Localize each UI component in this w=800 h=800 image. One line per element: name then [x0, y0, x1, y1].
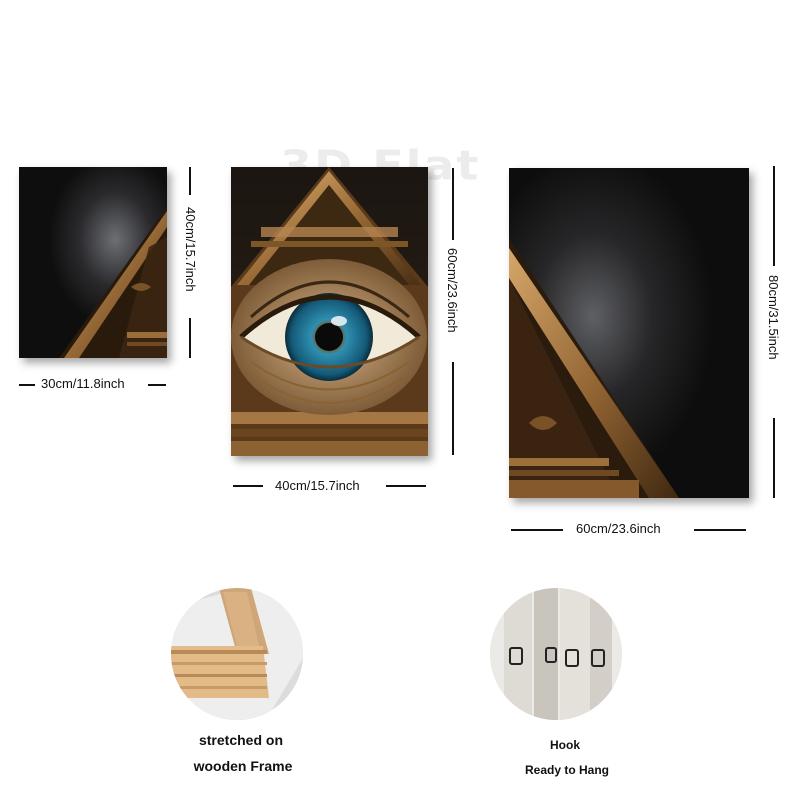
frame-caption-line1: stretched on [198, 732, 283, 748]
dimension-width-small: 30cm/11.8inch [41, 376, 125, 391]
dimension-line [148, 384, 166, 386]
dimension-line [511, 529, 563, 531]
dimension-line [233, 485, 263, 487]
dimension-line [189, 167, 191, 195]
canvas-panel-large [509, 168, 749, 498]
dimension-line [452, 362, 454, 455]
pyramid-right-art [509, 168, 749, 498]
hook-photo [490, 588, 622, 720]
dimension-line [452, 168, 454, 240]
hook-caption-line1: Hook [550, 738, 580, 752]
dimension-line [694, 529, 746, 531]
wooden-frame-photo [171, 588, 303, 720]
dimension-line [773, 418, 775, 498]
dimension-line [189, 318, 191, 358]
dimension-line [773, 166, 775, 266]
dimension-width-medium: 40cm/15.7inch [275, 478, 360, 493]
dimension-height-medium: 60cm/23.6inch [445, 248, 460, 333]
frame-caption-line2: wooden Frame [193, 758, 293, 774]
dimension-height-small: 40cm/15.7inch [183, 207, 198, 292]
pyramid-left-art [19, 167, 167, 358]
dimension-line [386, 485, 426, 487]
hook-caption-line2: Ready to Hang [524, 763, 609, 777]
eye-art [231, 167, 428, 456]
canvas-panel-medium [231, 167, 428, 456]
dimension-width-large: 60cm/23.6inch [576, 521, 661, 536]
hook-icon [490, 588, 622, 720]
dimension-height-large: 80cm/31.5inch [766, 275, 781, 360]
dimension-line [19, 384, 35, 386]
wooden-frame-icon [171, 588, 303, 720]
canvas-panel-small [19, 167, 167, 358]
